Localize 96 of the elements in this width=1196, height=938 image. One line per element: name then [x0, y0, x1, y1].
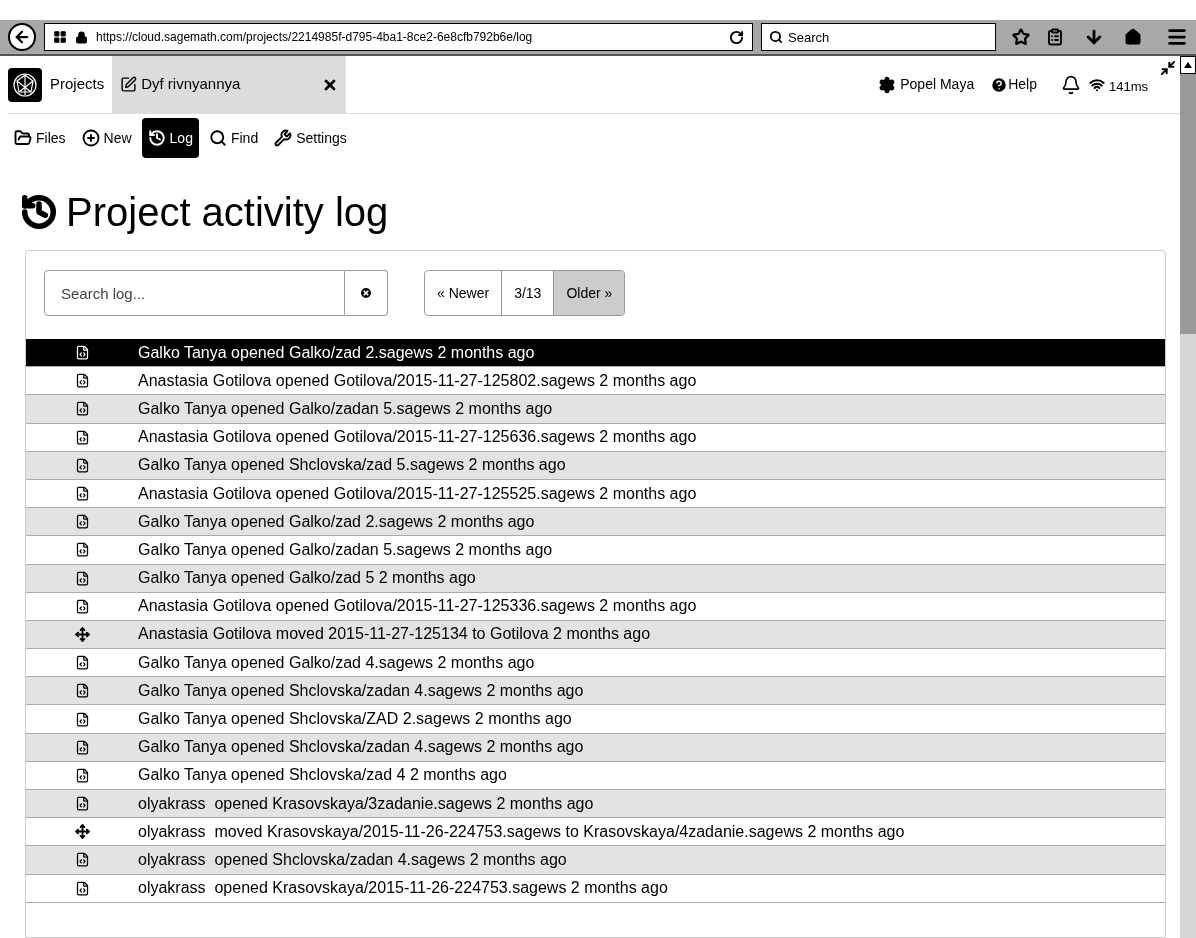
- log-entry-text: Galko Tanya opened Galko/zad 5 2 months ago: [138, 568, 476, 589]
- page-title: Project activity log: [66, 192, 389, 232]
- reading-list-icon[interactable]: [1046, 28, 1064, 46]
- folder-icon: [14, 129, 32, 147]
- wrench-icon: [274, 129, 293, 147]
- nav-tab[interactable]: Log: [141, 118, 199, 158]
- scroll-up-button[interactable]: [1180, 56, 1196, 74]
- help-icon: [990, 75, 1009, 94]
- file-icon: [74, 711, 90, 727]
- nav-tab[interactable]: New: [75, 118, 138, 158]
- file-icon: [74, 767, 90, 783]
- history-icon: [147, 129, 166, 147]
- log-entry-text: Galko Tanya opened Galko/zadan 5.sagews 2 months ago: [138, 539, 553, 560]
- up-arrow-icon: [1184, 62, 1192, 68]
- log-entry-text: Galko Tanya opened Galko/zad 2.sagews 2 months ago: [138, 511, 535, 532]
- file-icon: [74, 880, 90, 896]
- file-icon: [74, 598, 90, 614]
- wifi-icon: [1088, 76, 1105, 93]
- log-entry-text: olyakrass opened Krasovskaya/2015-11-26-224753.sagews 2 months ago: [138, 878, 668, 899]
- file-icon: [74, 401, 90, 417]
- tab-label: Dyf rivnyannya: [141, 74, 242, 95]
- file-icon: [74, 655, 90, 671]
- log-entry-text: olyakrass opened Krasovskaya/3zadanie.sagews 2 months ago: [138, 793, 594, 814]
- log-entry-text: Galko Tanya opened Galko/zad 2.sagews 2 months ago: [138, 342, 535, 363]
- download-icon[interactable]: [1084, 27, 1104, 47]
- log-row[interactable]: Anastasia Gotilova moved 2015-11-27-125134 to Gotilova 2 months ago: [26, 620, 1165, 650]
- file-icon: [74, 514, 90, 530]
- site-identity-icon[interactable]: [53, 30, 67, 44]
- file-icon: [74, 457, 90, 473]
- bell-icon[interactable]: [1060, 74, 1081, 95]
- log-row[interactable]: Galko Tanya opened Galko/zad 5 2 months ago: [26, 564, 1165, 593]
- nav-tab[interactable]: Find: [202, 118, 265, 158]
- file-icon: [74, 739, 90, 755]
- nav-tab[interactable]: Files: [8, 118, 72, 158]
- ping-text: 141ms: [1108, 77, 1148, 96]
- help-link[interactable]: Help: [1008, 74, 1037, 95]
- log-entry-text: olyakrass moved Krasovskaya/2015-11-26-224753.sagews to Krasovskaya/4zadanie.sagews 2 months ago: [138, 821, 905, 842]
- project-tab[interactable]: Dyf rivnyannya: [112, 56, 347, 113]
- gear-icon: [878, 75, 897, 94]
- plus-icon: [81, 129, 100, 147]
- newer-button[interactable]: « Newer: [425, 271, 503, 315]
- user-name[interactable]: Popel Maya: [900, 74, 975, 95]
- history-icon: [20, 193, 58, 231]
- log-entry-text: Galko Tanya opened Shclovska/zad 4 2 months ago: [138, 765, 507, 786]
- bookmark-star-icon[interactable]: [1012, 28, 1030, 46]
- log-entry-text: Galko Tanya opened Galko/zad 4.sagews 2 months ago: [138, 652, 535, 673]
- log-entry-text: Galko Tanya opened Shclovska/ZAD 2.sagews 2 months ago: [138, 709, 572, 730]
- log-row[interactable]: Galko Tanya opened Galko/zadan 5.sagews 2 months ago: [26, 395, 1165, 424]
- clear-icon: [359, 286, 373, 300]
- back-button[interactable]: [8, 23, 36, 51]
- file-icon: [74, 345, 90, 361]
- log-row[interactable]: olyakrass opened Shclovska/zadan 4.sagews 2 months ago: [26, 846, 1165, 875]
- log-entry-text: Galko Tanya opened Shclovska/zadan 4.sagews 2 months ago: [138, 680, 584, 701]
- sagemath-logo[interactable]: [8, 67, 42, 102]
- nav-tab[interactable]: Settings: [268, 118, 353, 158]
- search-icon: [769, 30, 783, 44]
- log-entry-text: Galko Tanya opened Shclovska/zadan 4.sagews 2 months ago: [138, 737, 584, 758]
- file-icon: [74, 852, 90, 868]
- file-icon: [74, 796, 90, 812]
- file-icon: [74, 373, 90, 389]
- search-log-field[interactable]: Search log...: [44, 270, 345, 316]
- log-row[interactable]: Galko Tanya opened Shclovska/zadan 4.sagews 2 months ago: [26, 733, 1165, 762]
- move-icon: [74, 824, 90, 840]
- file-icon: [74, 683, 90, 699]
- search-icon: [208, 129, 227, 147]
- log-row[interactable]: olyakrass opened Krasovskaya/3zadanie.sagews 2 months ago: [26, 790, 1165, 819]
- log-entry-text: Galko Tanya opened Shclovska/zad 5.sagews 2 months ago: [138, 455, 566, 476]
- log-entry-text: olyakrass opened Shclovska/zadan 4.sagews 2 months ago: [138, 849, 567, 870]
- clear-search-button[interactable]: [345, 270, 388, 316]
- log-row[interactable]: Galko Tanya opened Galko/zad 2.sagews 2 months ago: [26, 339, 1165, 368]
- log-row[interactable]: Galko Tanya opened Galko/zad 2.sagews 2 months ago: [26, 508, 1165, 537]
- projects-link[interactable]: Projects: [50, 73, 105, 96]
- log-entry-text: Anastasia Gotilova opened Gotilova/2015-11-27-125636.sagews 2 months ago: [138, 427, 697, 448]
- scrollbar-thumb[interactable]: [1180, 74, 1196, 334]
- older-button[interactable]: Older »: [554, 271, 625, 315]
- log-entry-text: Anastasia Gotilova opened Gotilova/2015-11-27-125525.sagews 2 months ago: [138, 483, 697, 504]
- log-entry-text: Anastasia Gotilova opened Gotilova/2015-11-27-125802.sagews 2 months ago: [138, 370, 697, 391]
- browser-search-field[interactable]: Search: [761, 23, 996, 51]
- compress-icon[interactable]: [1160, 60, 1176, 76]
- log-entry-text: Galko Tanya opened Galko/zadan 5.sagews 2 months ago: [138, 398, 553, 419]
- log-entry-text: Anastasia Gotilova opened Gotilova/2015-11-27-125336.sagews 2 months ago: [138, 596, 697, 617]
- log-entry-text: Anastasia Gotilova moved 2015-11-27-125134 to Gotilova 2 months ago: [138, 624, 651, 645]
- file-icon: [74, 570, 90, 586]
- file-icon: [74, 429, 90, 445]
- lock-icon: [75, 30, 88, 44]
- reload-icon[interactable]: [729, 29, 744, 45]
- file-icon: [74, 486, 90, 502]
- url-text: https://cloud.sagemath.com/projects/2214985f-d795-4ba1-8ce2-6e8cfb792b6e/log: [96, 29, 534, 46]
- url-field[interactable]: https://cloud.sagemath.com/projects/2214985f-d795-4ba1-8ce2-6e8cfb792b6e/log: [44, 23, 753, 51]
- home-icon[interactable]: [1124, 28, 1142, 46]
- log-row[interactable]: Galko Tanya opened Shclovska/zadan 4.sagews 2 months ago: [26, 677, 1165, 706]
- file-icon: [74, 542, 90, 558]
- menu-icon[interactable]: [1166, 26, 1188, 48]
- edit-icon: [120, 76, 138, 93]
- move-icon: [74, 626, 90, 642]
- log-row[interactable]: Galko Tanya opened Shclovska/zad 5.sagews 2 months ago: [26, 451, 1165, 480]
